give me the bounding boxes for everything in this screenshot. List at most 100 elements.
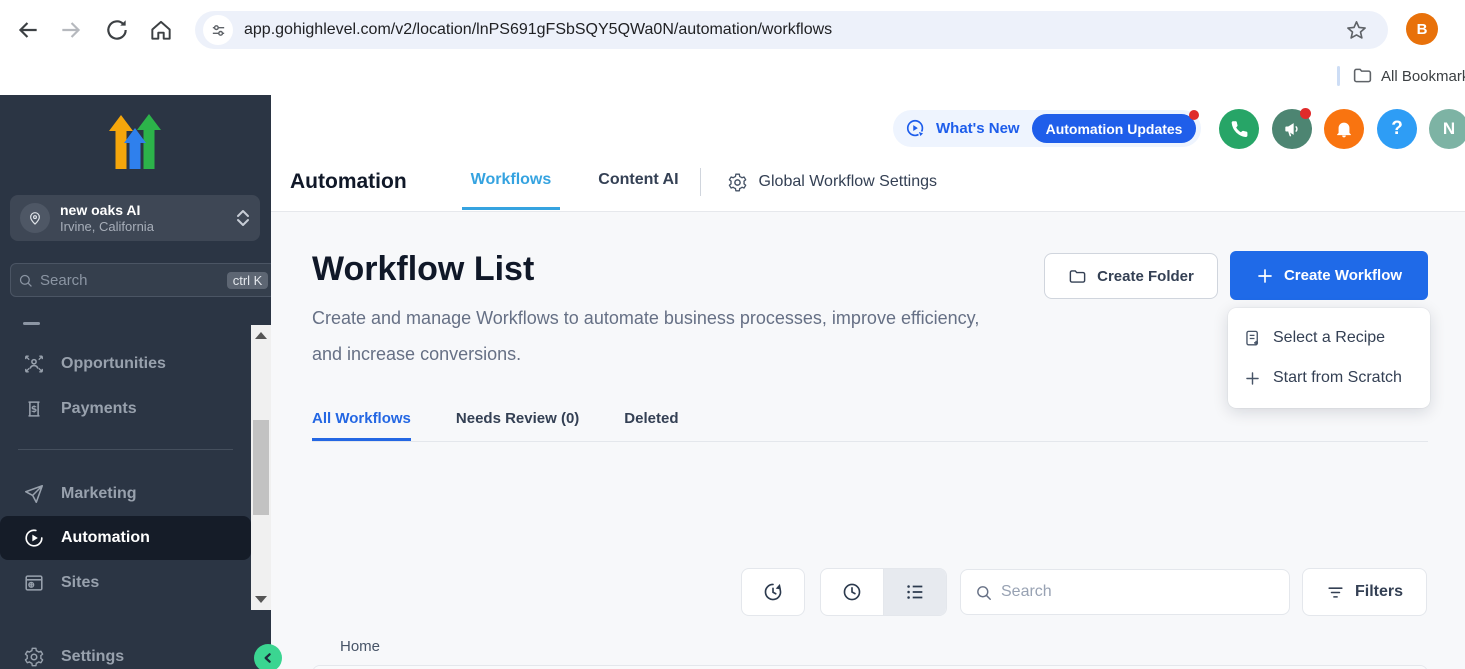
megaphone-icon (1282, 119, 1302, 139)
forward-icon[interactable] (58, 17, 84, 43)
automation-icon (23, 527, 45, 549)
list-icon (904, 581, 926, 603)
folder-icon (1068, 267, 1087, 286)
whats-new-icon (905, 118, 927, 140)
list-toolbar: Filters (312, 568, 1428, 616)
create-workflow-menu: Select a Recipe Start from Scratch (1228, 308, 1430, 408)
sidebar-collapse-button[interactable] (254, 644, 282, 669)
filter-icon (1326, 583, 1345, 602)
history-icon (762, 581, 784, 603)
browser-profile-avatar[interactable]: B (1406, 13, 1438, 45)
address-bar[interactable]: app.gohighlevel.com/v2/location/lnPS691g… (195, 11, 1388, 49)
site-settings-icon[interactable] (203, 15, 233, 45)
chevron-left-icon (260, 650, 276, 666)
scroll-down-arrow-icon[interactable] (255, 596, 267, 603)
menu-item-start-from-scratch[interactable]: Start from Scratch (1228, 358, 1430, 398)
account-location: Irvine, California (60, 219, 236, 235)
bookmarks-separator (1337, 66, 1340, 86)
tab-needs-review[interactable]: Needs Review (0) (456, 410, 579, 427)
workflow-search-input[interactable] (1001, 583, 1275, 601)
announcements-button[interactable] (1272, 109, 1312, 149)
page-description: Create and manage Workflows to automate … (312, 300, 1012, 372)
phone-button[interactable] (1219, 109, 1259, 149)
filters-button[interactable]: Filters (1302, 568, 1427, 616)
reload-icon[interactable] (104, 17, 130, 43)
page-title: Workflow List (312, 250, 534, 289)
scrolled-item-fragment (23, 322, 40, 325)
tab-deleted[interactable]: Deleted (624, 410, 678, 427)
question-mark-icon: ? (1391, 118, 1403, 140)
url-text[interactable]: app.gohighlevel.com/v2/location/lnPS691g… (244, 21, 832, 39)
create-workflow-button[interactable]: Create Workflow (1230, 251, 1428, 300)
recipe-icon (1243, 329, 1262, 348)
notification-dot (1189, 110, 1199, 120)
sidebar-settings: Settings (0, 634, 251, 669)
menu-item-select-recipe[interactable]: Select a Recipe (1228, 318, 1430, 358)
user-avatar[interactable]: N (1429, 109, 1465, 149)
notification-dot (1300, 108, 1311, 119)
gohighlevel-logo-icon (103, 113, 167, 171)
gear-icon (727, 172, 748, 193)
sidebar-item-marketing[interactable]: Marketing (0, 471, 251, 516)
filters-label: Filters (1355, 583, 1403, 601)
account-name: new oaks AI (60, 202, 236, 219)
sidebar-item-label: Opportunities (61, 355, 166, 373)
page-header: What's New Automation Updates ? N Automa… (271, 95, 1465, 212)
automation-updates-badge[interactable]: Automation Updates (1032, 114, 1197, 143)
sidebar-item-label: Settings (61, 648, 124, 666)
opportunities-icon (23, 353, 45, 375)
module-title: Automation (290, 170, 407, 194)
sidebar-item-payments[interactable]: $ Payments (0, 386, 251, 431)
tab-all-workflows[interactable]: All Workflows (312, 410, 411, 427)
sidebar-search[interactable]: ctrl K (10, 263, 276, 297)
back-icon[interactable] (15, 17, 41, 43)
sidebar-item-label: Automation (61, 529, 150, 547)
create-folder-label: Create Folder (1097, 268, 1194, 285)
sidebar-search-input[interactable] (40, 272, 227, 289)
clock-icon (841, 581, 863, 603)
bookmarks-folder-icon (1352, 65, 1373, 86)
tab-content-ai[interactable]: Content AI (598, 171, 678, 193)
payments-icon: $ (23, 398, 45, 420)
header-divider (700, 168, 701, 196)
global-workflow-settings-button[interactable]: Global Workflow Settings (727, 172, 937, 193)
sidebar-item-automation[interactable]: Automation (0, 516, 251, 560)
marketing-icon (23, 483, 45, 505)
list-view-button[interactable] (884, 569, 946, 615)
plus-icon (1256, 267, 1274, 285)
phone-icon (1230, 120, 1249, 139)
history-button[interactable] (741, 568, 805, 616)
sidebar-item-settings[interactable]: Settings (0, 634, 251, 669)
avatar-initial: N (1443, 119, 1455, 139)
sidebar-item-sites[interactable]: Sites (0, 560, 251, 605)
home-icon[interactable] (148, 17, 174, 43)
sidebar: new oaks AI Irvine, California ctrl K Op… (0, 95, 271, 669)
search-icon (975, 584, 992, 601)
sidebar-divider (18, 449, 233, 450)
workflow-search[interactable] (960, 569, 1290, 615)
sidebar-item-label: Sites (61, 574, 99, 592)
help-button[interactable]: ? (1377, 109, 1417, 149)
sidebar-item-opportunities[interactable]: Opportunities (0, 341, 251, 386)
create-workflow-label: Create Workflow (1284, 267, 1402, 284)
notifications-button[interactable] (1324, 109, 1364, 149)
sidebar-item-label: Payments (61, 400, 137, 418)
scrollbar-thumb[interactable] (253, 420, 269, 515)
main-area: What's New Automation Updates ? N Automa… (271, 95, 1465, 669)
whats-new-pill[interactable]: What's New Automation Updates (893, 110, 1201, 147)
search-icon (18, 273, 33, 288)
whats-new-label: What's New (936, 120, 1020, 137)
bookmark-star-icon[interactable] (1345, 19, 1368, 42)
svg-text:$: $ (31, 404, 37, 415)
time-view-button[interactable] (821, 569, 883, 615)
plus-icon (1243, 369, 1262, 388)
breadcrumb[interactable]: Home (340, 638, 380, 655)
scroll-up-arrow-icon[interactable] (255, 332, 267, 339)
shortcut-badge: ctrl K (227, 272, 269, 289)
account-switcher[interactable]: new oaks AI Irvine, California (10, 195, 260, 241)
all-bookmarks-label[interactable]: All Bookmarks (1381, 68, 1465, 85)
sidebar-scrollbar[interactable] (251, 325, 271, 610)
content-area: Workflow List Create and manage Workflow… (271, 212, 1465, 669)
tab-workflows[interactable]: Workflows (471, 171, 552, 193)
create-folder-button[interactable]: Create Folder (1044, 253, 1218, 299)
